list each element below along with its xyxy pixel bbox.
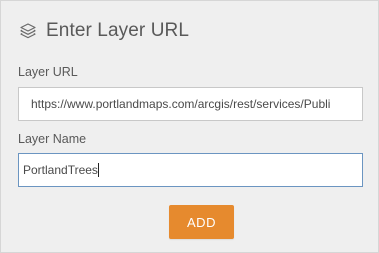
layer-url-label: Layer URL	[18, 65, 78, 79]
add-button[interactable]: ADD	[169, 205, 234, 239]
layers-icon	[19, 22, 37, 40]
enter-layer-url-panel: Enter Layer URL Layer URL https://www.po…	[0, 0, 379, 253]
panel-header: Enter Layer URL	[19, 18, 189, 44]
layer-url-input[interactable]: https://www.portlandmaps.com/arcgis/rest…	[18, 87, 363, 121]
layer-name-label: Layer Name	[18, 132, 87, 146]
page-title: Enter Layer URL	[46, 20, 190, 41]
layer-url-value: https://www.portlandmaps.com/arcgis/rest…	[31, 97, 331, 111]
layer-name-value: PortlandTrees	[23, 163, 98, 177]
text-caret	[97, 162, 99, 177]
layer-name-input[interactable]: PortlandTrees	[18, 153, 363, 187]
